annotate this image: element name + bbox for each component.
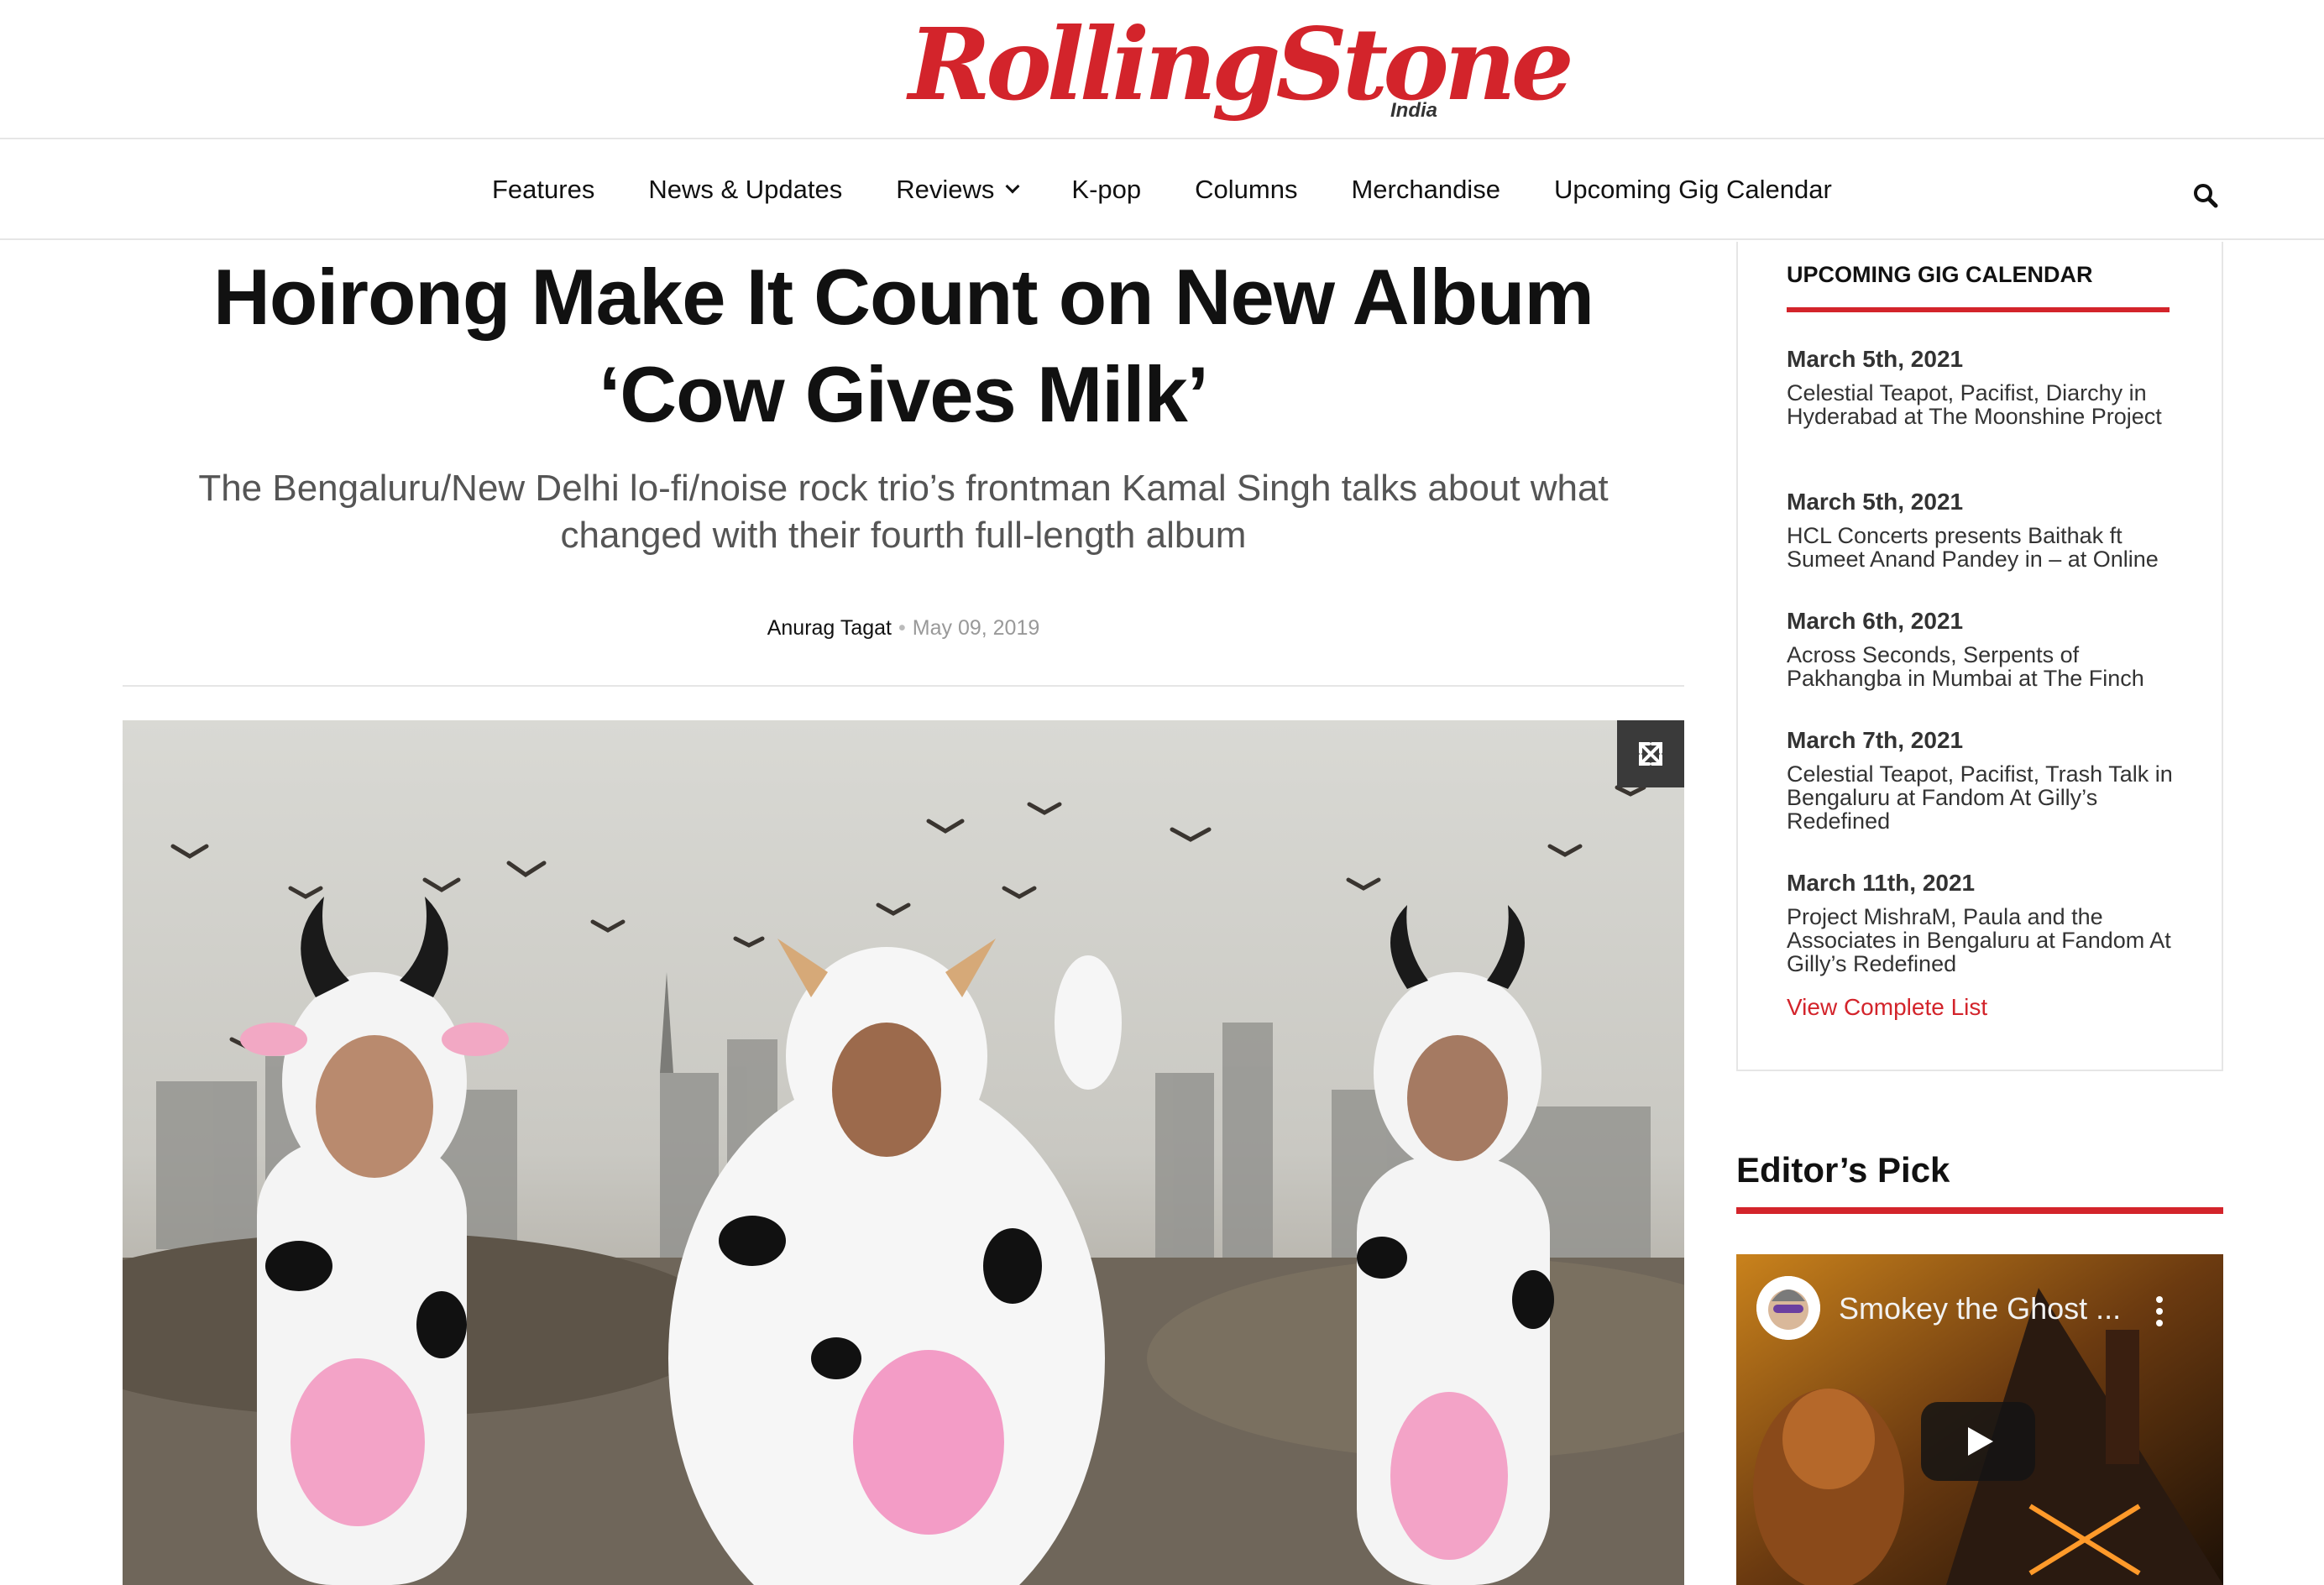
nav-label: Reviews — [896, 175, 995, 204]
gig-event-link[interactable]: Celestial Teapot, Pacifist, Trash Talk i… — [1787, 762, 2173, 833]
video-menu-button[interactable] — [2149, 1295, 2170, 1328]
byline-separator: • — [898, 616, 906, 640]
channel-avatar[interactable] — [1756, 1276, 1820, 1340]
nav-label: Merchandise — [1351, 175, 1500, 204]
nav-label: Features — [492, 175, 595, 204]
gig-calendar-title: UPCOMING GIG CALENDAR — [1787, 262, 2093, 287]
gig-event-link[interactable]: Project MishraM, Paula and the Associate… — [1787, 905, 2173, 976]
avatar-icon — [1756, 1276, 1820, 1340]
article-subhead: The Bengaluru/New Delhi lo-fi/noise rock… — [198, 468, 1609, 556]
nav-label: Upcoming Gig Calendar — [1553, 175, 1832, 204]
nav-items: Features News & Updates Reviews K-pop Co… — [492, 139, 1886, 240]
gig-date: March 7th, 2021 — [1787, 727, 1964, 753]
nav-item-gig-calendar[interactable]: Upcoming Gig Calendar — [1554, 175, 1832, 205]
byline: Anurag Tagat • May 09, 2019 — [123, 616, 1684, 641]
nav-label: K-pop — [1071, 175, 1142, 204]
nav-item-reviews[interactable]: Reviews — [896, 175, 1020, 205]
gig-date: March 6th, 2021 — [1787, 608, 1964, 634]
main-nav: Features News & Updates Reviews K-pop Co… — [0, 139, 2324, 240]
logo-wordmark: RollingStone — [908, 6, 1574, 123]
nav-item-columns[interactable]: Columns — [1195, 175, 1297, 205]
nav-label: Columns — [1195, 175, 1298, 204]
gig-event-link[interactable]: Celestial Teapot, Pacifist, Diarchy in H… — [1787, 381, 2173, 428]
more-vert-icon — [2156, 1296, 2163, 1326]
article-divider — [123, 685, 1684, 687]
editors-pick-title: Editor’s Pick — [1736, 1150, 1950, 1190]
cow-costume-photo — [123, 720, 1684, 1585]
search-icon — [2194, 184, 2218, 208]
author-link[interactable]: Anurag Tagat — [767, 616, 892, 640]
expand-image-button[interactable] — [1617, 720, 1684, 787]
expand-icon — [1639, 742, 1662, 766]
gig-event-link[interactable]: HCL Concerts presents Baithak ft Sumeet … — [1787, 524, 2173, 571]
nav-item-news-updates[interactable]: News & Updates — [648, 175, 842, 205]
gig-calendar-underline — [1787, 307, 2170, 312]
view-complete-list-link[interactable]: View Complete List — [1787, 994, 1987, 1021]
gig-date: March 11th, 2021 — [1787, 870, 1976, 896]
search-button[interactable] — [2191, 181, 2220, 210]
gig-date: March 5th, 2021 — [1787, 346, 1964, 372]
chevron-down-icon — [1005, 179, 1020, 194]
nav-item-features[interactable]: Features — [492, 175, 594, 205]
play-icon — [1968, 1427, 1993, 1456]
editors-pick-underline — [1736, 1207, 2223, 1214]
site-logo[interactable]: RollingStone India — [908, 15, 1574, 124]
nav-label: News & Updates — [648, 175, 843, 204]
featured-image — [123, 720, 1684, 1585]
gig-date: March 5th, 2021 — [1787, 489, 1964, 515]
logo-edition: India — [1390, 99, 1437, 122]
play-button[interactable] — [1921, 1402, 2035, 1481]
gig-event-link[interactable]: Across Seconds, Serpents of Pakhangba in… — [1787, 643, 2173, 690]
masthead: RollingStone India — [0, 0, 2324, 139]
nav-item-kpop[interactable]: K-pop — [1071, 175, 1141, 205]
nav-item-merchandise[interactable]: Merchandise — [1351, 175, 1500, 205]
video-title[interactable]: Smokey the Ghost ... — [1839, 1291, 2121, 1326]
article-headline: Hoirong Make It Count on New Album ‘Cow … — [212, 253, 1594, 438]
publish-date: May 09, 2019 — [912, 616, 1040, 640]
